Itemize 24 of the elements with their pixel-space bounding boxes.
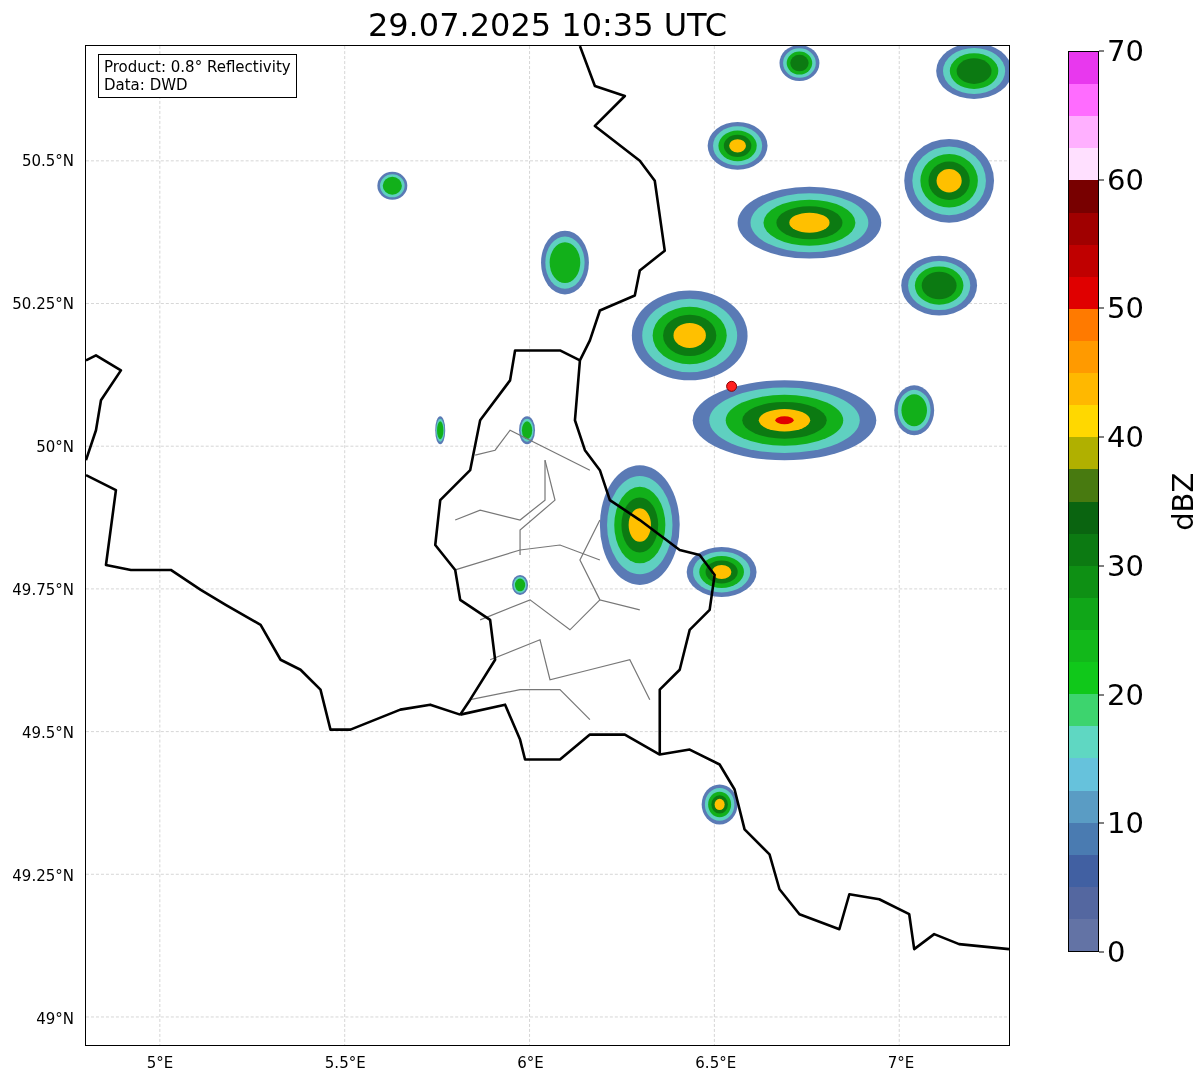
colorbar-tick-label: 30	[1107, 551, 1144, 581]
x-tick-label: 6.5°E	[695, 1053, 737, 1074]
colorbar-label: dBZ	[1165, 472, 1202, 531]
y-tick-label: 50.25°N	[12, 293, 74, 315]
x-tick-label: 5°E	[146, 1053, 174, 1074]
colorbar-tick-label: 60	[1107, 165, 1144, 195]
info-text: Data: DWD	[104, 76, 189, 94]
x-tick-label: 5.5°E	[324, 1053, 366, 1074]
y-tick-label: 49.25°N	[12, 865, 74, 887]
info-text: Product: 0.8° Reflectivity	[104, 58, 291, 76]
colorbar-tick-label: 40	[1107, 422, 1144, 452]
x-tick-label: 6°E	[517, 1053, 544, 1074]
y-tick-label: 49.75°N	[12, 579, 74, 601]
colorbar-tick-label: 70	[1107, 36, 1144, 66]
x-tick-label: 7°E	[887, 1053, 915, 1074]
colorbar-tick-label: 10	[1107, 808, 1144, 838]
y-tick-label: 50°N	[36, 436, 74, 458]
colorbar-tick-label: 20	[1107, 680, 1144, 710]
y-tick-label: 49°N	[36, 1008, 74, 1030]
y-tick-label: 50.5°N	[21, 150, 74, 172]
colorbar-tick-label: 0	[1107, 937, 1126, 967]
chart-title: 29.07.2025 10:35 UTC	[366, 9, 729, 45]
y-tick-label: 49.5°N	[21, 722, 74, 744]
colorbar-tick-label: 50	[1107, 293, 1144, 323]
